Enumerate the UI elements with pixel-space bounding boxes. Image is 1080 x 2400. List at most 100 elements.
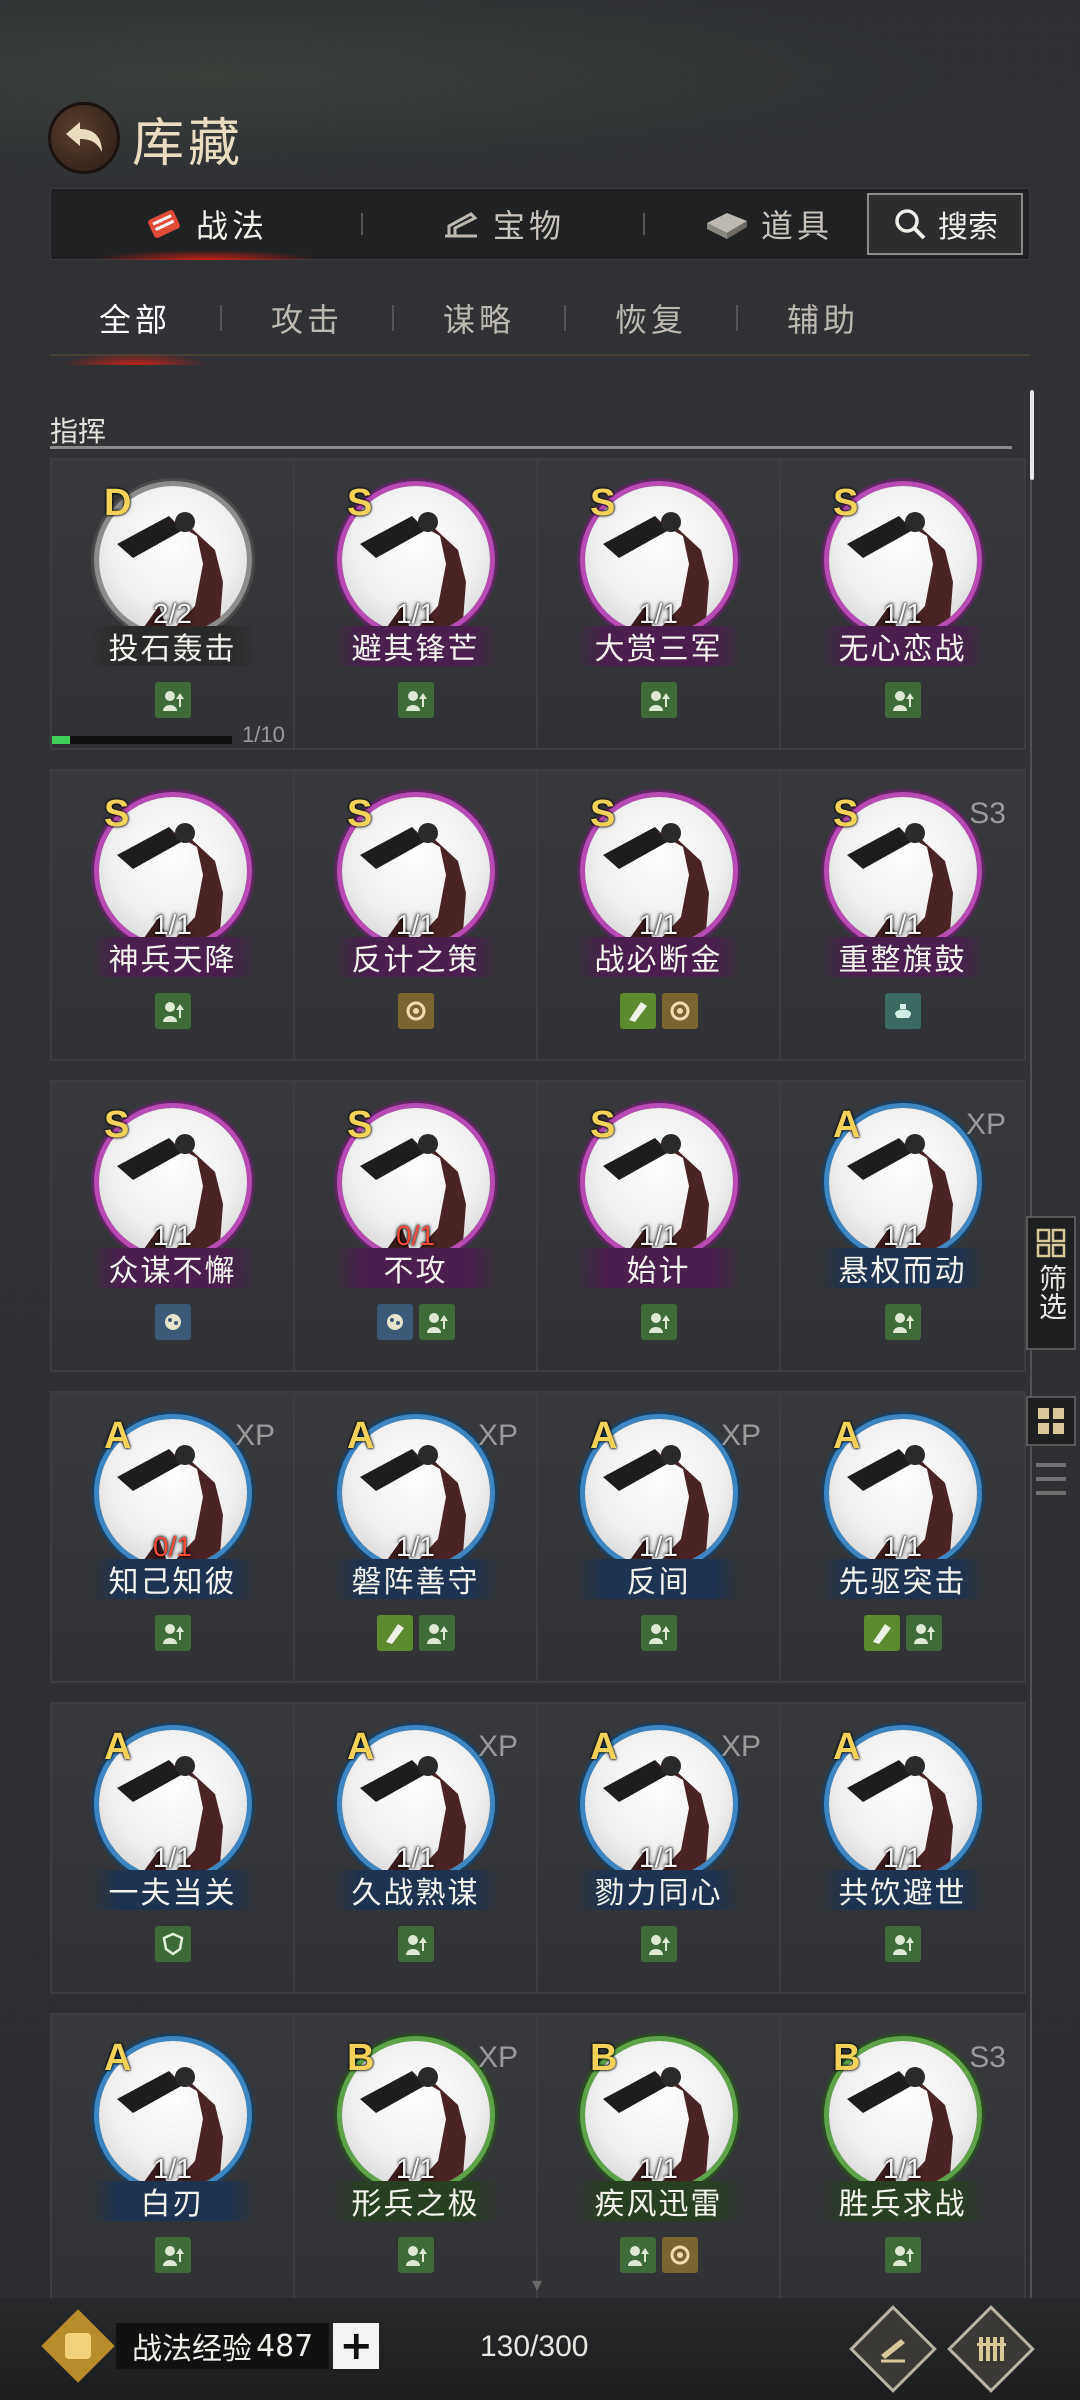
tactic-grade: A bbox=[104, 1726, 132, 1768]
tactic-grade: A bbox=[104, 1415, 132, 1457]
tactic-icons bbox=[52, 1615, 293, 1651]
add-exp-button[interactable]: + bbox=[333, 2323, 380, 2369]
tactic-progress-text: 1/10 bbox=[242, 722, 285, 747]
tactic-grade: B bbox=[833, 2037, 861, 2079]
tactic-card[interactable]: 1/1 S 众谋不懈 bbox=[52, 1082, 295, 1370]
tactic-name: 始计 bbox=[575, 1248, 742, 1289]
tactic-card[interactable]: 0/1 A XP 知己知彼 bbox=[52, 1393, 295, 1681]
tactic-name: 磐阵善守 bbox=[332, 1559, 499, 1600]
tab-tactics-label: 战法 bbox=[195, 207, 268, 245]
tab-items[interactable]: 道具 bbox=[645, 188, 865, 260]
tactic-name: 一夫当关 bbox=[89, 1870, 256, 1911]
upgrade-icon bbox=[640, 682, 677, 718]
subtab-strategy[interactable]: 谋略 bbox=[394, 295, 564, 341]
tactic-card[interactable]: 2/2 D 投石轰击 1/10 bbox=[52, 460, 295, 748]
tab-tactics[interactable]: 战法 bbox=[51, 188, 361, 260]
upgrade-icon bbox=[640, 1926, 677, 1962]
tab-treasure-label: 宝物 bbox=[492, 207, 565, 245]
command-icon bbox=[661, 993, 698, 1029]
attack-icon bbox=[376, 1615, 413, 1651]
tactic-name: 神兵天降 bbox=[89, 937, 256, 978]
tactic-card[interactable]: 1/1 S S3 重整旗鼓 bbox=[781, 771, 1024, 1059]
tactic-tag: XP bbox=[965, 1108, 1006, 1141]
list-view-toggle[interactable] bbox=[1030, 1458, 1072, 1500]
subtab-all[interactable]: 全部 bbox=[50, 295, 220, 365]
upgrade-icon bbox=[418, 1615, 455, 1651]
tactic-card[interactable]: 1/1 S 反计之策 bbox=[295, 771, 538, 1059]
tactic-name: 重整旗鼓 bbox=[819, 937, 986, 978]
tactic-row: 1/1 S 众谋不懈 0/1 S 不攻 1/1 S 始计 1/1 A XP 悬权而动 bbox=[50, 1080, 1026, 1372]
tactic-name: 反间 bbox=[575, 1559, 742, 1600]
convert-button[interactable] bbox=[849, 2305, 937, 2393]
tactic-card[interactable]: 1/1 S 无心恋战 bbox=[781, 460, 1024, 748]
scrollbar-thumb[interactable] bbox=[1030, 390, 1034, 480]
tactic-card[interactable]: 1/1 A 一夫当关 bbox=[52, 1704, 295, 1992]
scroll-more-indicator: ▾ bbox=[532, 2272, 543, 2296]
tactic-row: 2/2 D 投石轰击 1/10 1/1 S 避其锋芒 1/1 S 大赏三军 1/1 S 无心恋战 bbox=[50, 458, 1026, 750]
tactic-card[interactable]: 1/1 B XP 形兵之极 bbox=[295, 2015, 538, 2303]
page-header: 库藏 bbox=[48, 98, 244, 178]
tactic-card[interactable]: 1/1 B S3 胜兵求战 bbox=[781, 2015, 1024, 2303]
upgrade-icon bbox=[640, 1304, 677, 1340]
scrollbar-track bbox=[1030, 480, 1032, 2300]
tactic-icons bbox=[538, 993, 779, 1029]
tactic-icons bbox=[52, 1304, 293, 1340]
tactic-card[interactable]: 1/1 A 先驱突击 bbox=[781, 1393, 1024, 1681]
tactic-card[interactable]: 1/1 S 战必断金 bbox=[538, 771, 781, 1059]
command-icon bbox=[661, 2237, 698, 2273]
tactic-card[interactable]: 1/1 A XP 悬权而动 bbox=[781, 1082, 1024, 1370]
subtab-support[interactable]: 辅助 bbox=[738, 295, 908, 341]
tactic-icons bbox=[781, 1926, 1024, 1962]
sub-tab-bar: 全部 攻击 谋略 恢复 辅助 bbox=[50, 282, 1030, 365]
section-divider bbox=[50, 446, 1012, 449]
back-button[interactable] bbox=[48, 102, 120, 174]
tactic-name: 胜兵求战 bbox=[819, 2181, 986, 2222]
tactic-tag: XP bbox=[477, 1730, 518, 1763]
attack-icon bbox=[863, 1615, 900, 1651]
tactic-tag: XP bbox=[477, 2041, 518, 2074]
tactic-row: 1/1 S 神兵天降 1/1 S 反计之策 1/1 S 战必断金 1/1 S S3 重整旗鼓 bbox=[50, 769, 1026, 1061]
tactic-card[interactable]: 1/1 B 疾风迅雷 bbox=[538, 2015, 781, 2303]
tactic-card[interactable]: 1/1 S 大赏三军 bbox=[538, 460, 781, 748]
tactic-icons bbox=[538, 1304, 779, 1340]
subtab-recovery[interactable]: 恢复 bbox=[566, 295, 736, 341]
tactic-tag: S3 bbox=[969, 2041, 1006, 2074]
tactic-card[interactable]: 0/1 S 不攻 bbox=[295, 1082, 538, 1370]
tactic-icons bbox=[295, 1926, 536, 1962]
tactic-name: 白刃 bbox=[89, 2181, 256, 2222]
tactic-card[interactable]: 1/1 A XP 磐阵善守 bbox=[295, 1393, 538, 1681]
filter-button[interactable]: 筛选 bbox=[1026, 1216, 1076, 1350]
shield-icon bbox=[154, 1926, 191, 1962]
tactic-name: 反计之策 bbox=[332, 937, 499, 978]
upgrade-icon bbox=[397, 682, 434, 718]
item-icon bbox=[707, 213, 747, 239]
tactic-card[interactable]: 1/1 S 始计 bbox=[538, 1082, 781, 1370]
tactic-grade: B bbox=[347, 2037, 375, 2079]
tactic-card[interactable]: 1/1 A 白刃 bbox=[52, 2015, 295, 2303]
tactic-grade: S bbox=[347, 1104, 373, 1146]
bamboo-scroll-button[interactable] bbox=[947, 2305, 1035, 2393]
subtab-attack[interactable]: 攻击 bbox=[222, 295, 392, 341]
tactic-card[interactable]: 1/1 A XP 勠力同心 bbox=[538, 1704, 781, 1992]
tab-treasure[interactable]: 宝物 bbox=[363, 188, 643, 260]
tactic-card[interactable]: 1/1 S 神兵天降 bbox=[52, 771, 295, 1059]
tactic-grade: D bbox=[104, 482, 132, 524]
tactic-card[interactable]: 1/1 A XP 久战熟谋 bbox=[295, 1704, 538, 1992]
upgrade-icon bbox=[619, 2237, 656, 2273]
tactic-progress-bar bbox=[52, 736, 232, 744]
upgrade-icon bbox=[884, 682, 921, 718]
search-button[interactable]: 搜索 bbox=[867, 193, 1023, 255]
tactic-card[interactable]: 1/1 A 共饮避世 bbox=[781, 1704, 1024, 1992]
tactic-card[interactable]: 1/1 A XP 反间 bbox=[538, 1393, 781, 1681]
tactic-row: 0/1 A XP 知己知彼 1/1 A XP 磐阵善守 1/1 A XP 反间 1/1 A 先驱突击 bbox=[50, 1391, 1026, 1683]
grid-view-toggle[interactable] bbox=[1026, 1396, 1076, 1446]
cauldron-icon bbox=[884, 993, 921, 1029]
tactic-name: 投石轰击 bbox=[89, 626, 256, 667]
tactic-icons bbox=[781, 2237, 1024, 2273]
list-view-icon-line bbox=[1036, 1491, 1066, 1495]
tactic-grade: S bbox=[833, 482, 859, 524]
exp-display: 战法经验 487 bbox=[116, 2323, 330, 2369]
bottom-bar: 战法经验 487 + 130/300 bbox=[0, 2298, 1080, 2400]
bamboo-scroll-icon bbox=[977, 2337, 1006, 2361]
tactic-card[interactable]: 1/1 S 避其锋芒 bbox=[295, 460, 538, 748]
